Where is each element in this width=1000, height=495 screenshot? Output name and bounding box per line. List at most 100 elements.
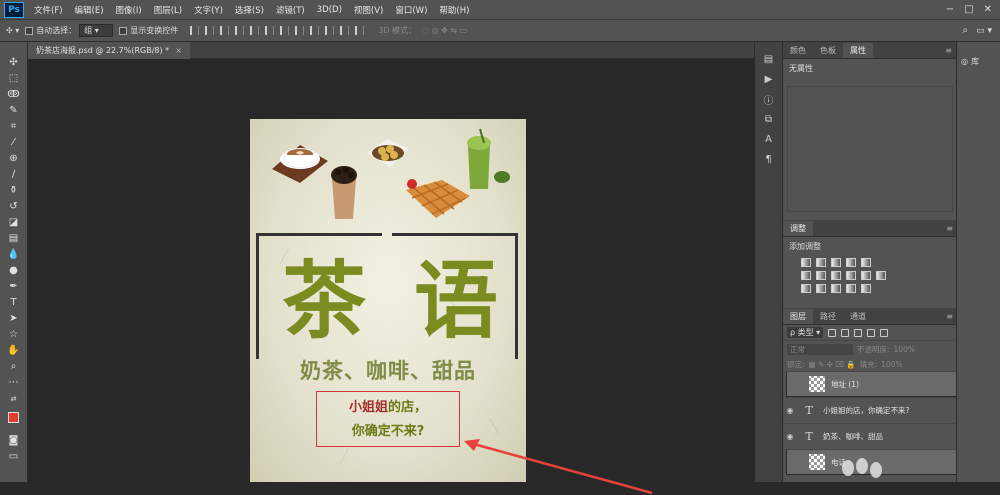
shape-tool-icon[interactable]: ☆ bbox=[5, 328, 23, 341]
filter-type-icon[interactable] bbox=[854, 328, 863, 337]
close-tab-icon[interactable]: × bbox=[175, 46, 182, 55]
align-hcenter-icon[interactable] bbox=[250, 26, 260, 35]
lasso-tool-icon[interactable]: ↂ bbox=[5, 88, 23, 101]
marquee-tool-icon[interactable]: ⬚ bbox=[5, 72, 23, 85]
menu-select[interactable]: 选择(S) bbox=[229, 4, 270, 16]
align-bottom-icon[interactable] bbox=[220, 26, 230, 35]
blur-tool-icon[interactable]: 💧 bbox=[5, 248, 23, 261]
tab-layers[interactable]: 图层 bbox=[783, 309, 813, 324]
color-lookup-icon[interactable] bbox=[876, 271, 886, 280]
poster-canvas[interactable]: ╱ ╲ ╱ ╲ 茶 语 奶茶、咖啡、甜品 小姐姐的店， 你确定不来? bbox=[250, 119, 526, 482]
distribute-right-icon[interactable] bbox=[355, 26, 365, 35]
selective-color-icon[interactable] bbox=[861, 284, 871, 293]
canvas-area[interactable]: ╱ ╲ ╱ ╲ 茶 语 奶茶、咖啡、甜品 小姐姐的店， 你确定不来? bbox=[28, 59, 754, 495]
menu-help[interactable]: 帮助(H) bbox=[433, 4, 475, 16]
tab-channels[interactable]: 通道 bbox=[843, 309, 873, 324]
menu-edit[interactable]: 编辑(E) bbox=[69, 4, 110, 16]
gradient-map-icon[interactable] bbox=[846, 284, 856, 293]
crop-tool-icon[interactable]: ⌗ bbox=[5, 120, 23, 133]
align-left-icon[interactable] bbox=[235, 26, 245, 35]
history-brush-tool-icon[interactable]: ↺ bbox=[5, 200, 23, 213]
distribute-top-icon[interactable] bbox=[280, 26, 290, 35]
show-transform-checkbox[interactable] bbox=[119, 26, 128, 35]
color-balance-icon[interactable] bbox=[816, 271, 826, 280]
eye-icon[interactable]: ◉ bbox=[783, 432, 797, 441]
panel-menu-icon[interactable]: ≡ bbox=[946, 224, 953, 233]
align-top-icon[interactable] bbox=[190, 26, 200, 35]
path-select-tool-icon[interactable]: ➤ bbox=[5, 312, 23, 325]
filter-smart-icon[interactable] bbox=[880, 328, 889, 337]
info-icon[interactable]: ⓘ bbox=[762, 92, 776, 107]
menu-3d[interactable]: 3D(D) bbox=[311, 5, 348, 15]
exposure-icon[interactable] bbox=[846, 258, 856, 267]
3d-tools-icons[interactable]: ◌ ◎ ✥ ⇆ ▭ bbox=[422, 26, 467, 35]
layer-row[interactable]: 地址 (1) bbox=[786, 371, 957, 397]
close-window-icon[interactable]: ✕ bbox=[984, 4, 992, 15]
screen-mode-icon[interactable]: ▭ bbox=[5, 450, 23, 463]
maximize-icon[interactable]: □ bbox=[964, 4, 973, 15]
tab-swatches[interactable]: 色板 bbox=[813, 43, 843, 58]
distribute-vcenter-icon[interactable] bbox=[295, 26, 305, 35]
panel-menu-icon[interactable]: ≡ bbox=[945, 46, 952, 55]
quick-mask-icon[interactable]: ◙ bbox=[5, 434, 23, 447]
levels-icon[interactable] bbox=[816, 258, 826, 267]
history-icon[interactable]: ▤ bbox=[762, 52, 776, 66]
character-icon[interactable]: A bbox=[762, 132, 776, 146]
tab-paths[interactable]: 路径 bbox=[813, 309, 843, 324]
layer-row[interactable]: ◉ T 奶茶、咖啡、甜品 bbox=[783, 423, 957, 449]
show-transform-option[interactable]: 显示变换控件 bbox=[119, 25, 178, 36]
tab-color[interactable]: 颜色 bbox=[783, 43, 813, 58]
gradient-tool-icon[interactable]: ▤ bbox=[5, 232, 23, 245]
more-tools-icon[interactable]: ⋯ bbox=[5, 376, 23, 389]
type-tool-icon[interactable]: T bbox=[5, 296, 23, 309]
move-tool-icon[interactable]: ✣ bbox=[5, 56, 23, 69]
distribute-bottom-icon[interactable] bbox=[310, 26, 320, 35]
foreground-color-swatch[interactable] bbox=[8, 412, 25, 429]
photo-filter-icon[interactable] bbox=[846, 271, 856, 280]
auto-select-option[interactable]: 自动选择： 组 ▾ bbox=[25, 24, 114, 37]
minimize-icon[interactable]: − bbox=[946, 4, 954, 15]
menu-window[interactable]: 窗口(W) bbox=[389, 4, 433, 16]
filter-adjustment-icon[interactable] bbox=[841, 328, 850, 337]
search-icon[interactable]: ⌕ bbox=[963, 25, 969, 36]
black-white-icon[interactable] bbox=[831, 271, 841, 280]
tab-properties[interactable]: 属性 bbox=[843, 43, 873, 58]
brightness-icon[interactable] bbox=[801, 258, 811, 267]
opacity-value[interactable]: 100% bbox=[894, 345, 915, 354]
lock-icons[interactable]: ▦ ✎ ✣ ⌧ 🔒 bbox=[809, 360, 856, 369]
eyedropper-tool-icon[interactable]: ⁄ bbox=[5, 136, 23, 149]
tab-adjustments[interactable]: 调整 bbox=[783, 221, 813, 236]
quick-select-tool-icon[interactable]: ✎ bbox=[5, 104, 23, 117]
eye-icon[interactable]: ◉ bbox=[783, 406, 797, 415]
distribute-hcenter-icon[interactable] bbox=[340, 26, 350, 35]
vibrance-icon[interactable] bbox=[861, 258, 871, 267]
align-vcenter-icon[interactable] bbox=[205, 26, 215, 35]
clone-stamp-tool-icon[interactable]: ⚱ bbox=[5, 184, 23, 197]
menu-image[interactable]: 图像(I) bbox=[110, 4, 148, 16]
layer-filter-dropdown[interactable]: ρ 类型 ▾ bbox=[787, 327, 824, 338]
background-color-swatch[interactable] bbox=[14, 418, 25, 429]
auto-select-dropdown[interactable]: 组 ▾ bbox=[79, 24, 114, 37]
invert-icon[interactable] bbox=[801, 284, 811, 293]
menu-view[interactable]: 视图(V) bbox=[348, 4, 389, 16]
hand-tool-icon[interactable]: ✋ bbox=[5, 344, 23, 357]
play-actions-icon[interactable]: ▶ bbox=[762, 72, 776, 86]
menu-layer[interactable]: 图层(L) bbox=[148, 4, 188, 16]
pen-tool-icon[interactable]: ✒ bbox=[5, 280, 23, 293]
menu-filter[interactable]: 滤镜(T) bbox=[270, 4, 311, 16]
filter-pixel-icon[interactable] bbox=[828, 328, 837, 337]
threshold-icon[interactable] bbox=[831, 284, 841, 293]
clone-source-icon[interactable]: ⧉ bbox=[762, 112, 776, 126]
document-tab[interactable]: 奶茶店海报.psd @ 22.7%(RGB/8) * × bbox=[28, 42, 190, 59]
menu-file[interactable]: 文件(F) bbox=[28, 4, 69, 16]
curves-icon[interactable] bbox=[831, 258, 841, 267]
layer-row[interactable]: ◉ T 小姐姐的店，你确定不来? bbox=[783, 397, 957, 423]
menu-type[interactable]: 文字(Y) bbox=[188, 4, 229, 16]
move-tool-icon[interactable]: ✣ ▾ bbox=[6, 26, 19, 35]
libraries-button[interactable]: ◎ 库 bbox=[961, 56, 1000, 67]
posterize-icon[interactable] bbox=[816, 284, 826, 293]
blend-mode-dropdown[interactable]: 正常 bbox=[787, 343, 853, 355]
auto-select-checkbox[interactable] bbox=[25, 26, 34, 35]
filter-shape-icon[interactable] bbox=[867, 328, 876, 337]
brush-tool-icon[interactable]: ∕ bbox=[5, 168, 23, 181]
